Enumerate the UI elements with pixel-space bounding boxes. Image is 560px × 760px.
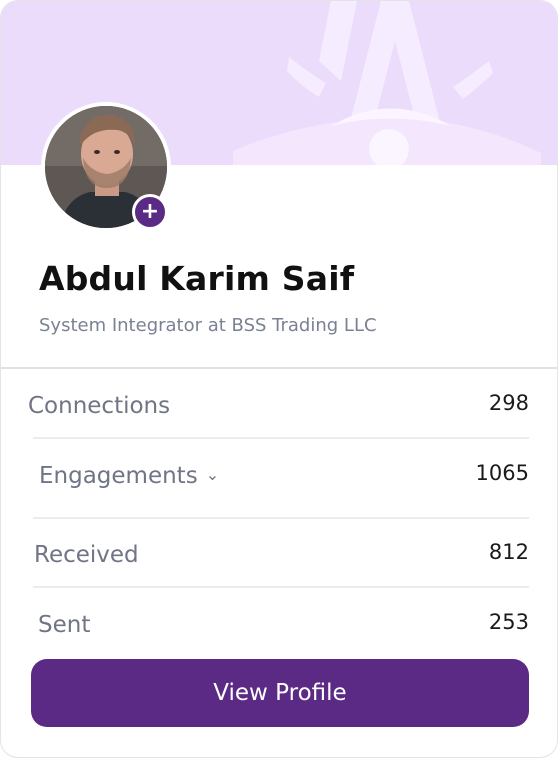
row-divider (33, 586, 529, 588)
stat-value-received: 812 (488, 540, 529, 564)
stat-label-received: Received (34, 542, 139, 568)
avatar-container: + (41, 102, 171, 232)
stat-value-sent: 253 (488, 610, 529, 634)
stat-label-connections: Connections (28, 393, 171, 419)
view-profile-button[interactable]: View Profile (31, 659, 529, 727)
plus-icon: + (140, 199, 160, 224)
stat-row-connections[interactable]: Connections 298 (1, 389, 557, 437)
row-divider (33, 517, 529, 519)
profile-title: System Integrator at BSS Trading LLC (39, 315, 377, 336)
profile-name: Abdul Karim Saif (39, 259, 355, 298)
stat-value-connections: 298 (488, 391, 529, 415)
divider (1, 367, 557, 369)
stat-row-engagements[interactable]: Engagements ⌄ 1065 (1, 459, 557, 517)
stat-label-engagements: Engagements (39, 463, 198, 489)
stat-value-engagements: 1065 (475, 461, 529, 485)
profile-card: + Abdul Karim Saif System Integrator at … (0, 0, 558, 758)
add-connection-button[interactable]: + (132, 194, 168, 230)
stat-row-sent[interactable]: Sent 253 (1, 608, 557, 652)
row-divider (33, 437, 529, 439)
engagements-dropdown[interactable]: Engagements ⌄ (39, 463, 219, 489)
stat-row-received[interactable]: Received 812 (1, 538, 557, 586)
stat-label-sent: Sent (38, 612, 91, 638)
chevron-down-icon: ⌄ (205, 465, 220, 484)
